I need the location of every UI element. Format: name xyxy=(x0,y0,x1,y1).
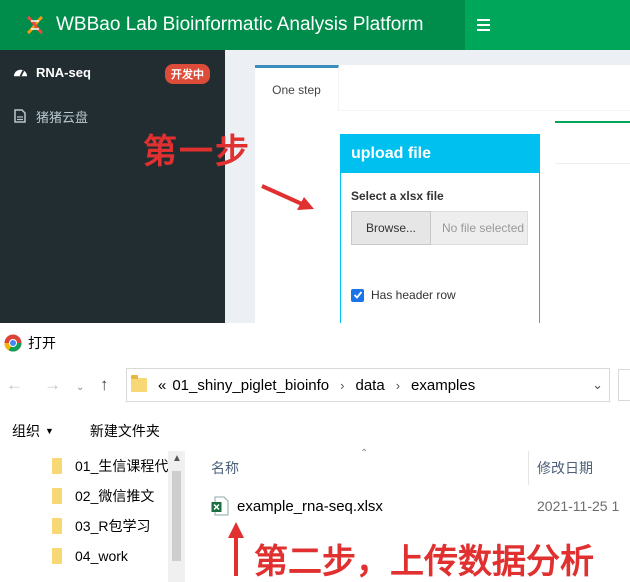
back-arrow-icon[interactable]: ← xyxy=(6,376,23,394)
file-row[interactable]: example_rna-seq.xlsx xyxy=(211,493,383,519)
output-box-border xyxy=(555,121,630,123)
organize-label: 组织 xyxy=(12,423,40,439)
app-title: WBBao Lab Bioinformatic Analysis Platfor… xyxy=(56,14,424,35)
file-icon xyxy=(12,108,28,124)
sidebar-item-label: 猪猪云盘 xyxy=(36,109,89,125)
breadcrumb-overflow[interactable]: « xyxy=(158,377,166,394)
dashboard-icon xyxy=(12,64,28,80)
upload-file-box: upload file Select a xlsx file Browse...… xyxy=(340,134,540,323)
shiny-app: WBBao Lab Bioinformatic Analysis Platfor… xyxy=(0,0,630,323)
tab-strip: One step xyxy=(255,65,630,111)
checkbox-label: Has header row xyxy=(371,288,456,302)
sort-caret-icon: ⌃ xyxy=(360,448,369,459)
tab-one-step[interactable]: One step xyxy=(255,65,339,111)
tab-box: One step upload file Select a xlsx file … xyxy=(255,65,630,323)
sidebar-item-rna-seq[interactable]: RNA-seq 开发中 xyxy=(0,50,225,94)
divider xyxy=(555,163,630,164)
step1-annotation: 第一步 xyxy=(143,132,251,172)
upload-box-header: upload file xyxy=(341,135,539,173)
chevron-right-icon: › xyxy=(340,377,345,393)
dna-logo-icon xyxy=(22,12,48,38)
header-row-option: Has header row xyxy=(351,288,456,302)
brand-bar: WBBao Lab Bioinformatic Analysis Platfor… xyxy=(0,0,465,50)
up-arrow-icon[interactable]: ↑ xyxy=(100,376,109,394)
folder-icon xyxy=(52,518,62,534)
tree-item-label: 02_微信推文 xyxy=(75,488,155,504)
caret-down-icon: ▼ xyxy=(45,426,54,436)
column-header-name[interactable]: 名称 xyxy=(211,451,239,485)
tree-item[interactable]: 02_微信推文 xyxy=(52,481,170,511)
tree-item[interactable]: 03_R包学习 xyxy=(52,511,170,541)
column-divider[interactable] xyxy=(528,451,529,485)
tree-item[interactable]: 01_生信课程代 xyxy=(52,451,170,481)
tree-item[interactable]: 04_work xyxy=(52,541,170,571)
chevron-right-icon: › xyxy=(395,377,401,393)
sidebar: RNA-seq 开发中 猪猪云盘 xyxy=(0,50,225,323)
file-name: example_rna-seq.xlsx xyxy=(237,497,383,515)
breadcrumb-item[interactable]: data xyxy=(355,377,384,394)
address-bar[interactable]: « 01_shiny_piglet_bioinfo › data › examp… xyxy=(126,368,610,402)
file-input: Browse... No file selected xyxy=(351,211,528,245)
header-row-checkbox[interactable] xyxy=(351,288,364,302)
sidebar-item-label: RNA-seq xyxy=(36,64,91,80)
file-status-field[interactable]: No file selected xyxy=(431,211,528,245)
folder-icon xyxy=(52,488,62,504)
folder-tree: 01_生信课程代 02_微信推文 03_R包学习 04_work ▲ xyxy=(0,451,185,582)
file-input-label: Select a xlsx file xyxy=(351,189,444,203)
forward-arrow-icon[interactable]: → xyxy=(44,376,61,394)
recent-dropdown-icon[interactable]: ⌄ xyxy=(76,379,84,397)
main-content: One step upload file Select a xlsx file … xyxy=(225,50,630,323)
folder-icon xyxy=(131,375,147,392)
dialog-toolbar: 组织 ▼ 新建文件夹 xyxy=(0,411,630,451)
folder-icon xyxy=(52,548,62,564)
scroll-up-icon[interactable]: ▲ xyxy=(172,453,182,464)
status-badge: 开发中 xyxy=(165,64,210,84)
dialog-title: 打开 xyxy=(28,335,56,351)
tree-item-label: 03_R包学习 xyxy=(75,518,151,534)
top-navbar xyxy=(465,0,630,50)
browse-button[interactable]: Browse... xyxy=(351,211,431,245)
file-modified-date: 2021-11-25 1 xyxy=(537,498,620,514)
sidebar-toggle-icon[interactable] xyxy=(477,14,497,36)
scrollbar-thumb[interactable] xyxy=(172,471,181,561)
refresh-button[interactable] xyxy=(618,369,630,401)
new-folder-button[interactable]: 新建文件夹 xyxy=(90,421,160,441)
tree-item-label: 04_work xyxy=(75,548,128,564)
chrome-icon xyxy=(4,334,22,352)
dialog-title-bar: 打开 xyxy=(0,323,630,363)
chevron-down-icon[interactable]: ⌄ xyxy=(592,377,603,393)
breadcrumb-item[interactable]: examples xyxy=(411,377,475,394)
excel-file-icon xyxy=(211,496,229,516)
breadcrumb-item[interactable]: 01_shiny_piglet_bioinfo xyxy=(172,377,329,394)
address-row: ← → ⌄ ↑ « 01_shiny_piglet_bioinfo › data… xyxy=(0,363,630,408)
tree-scrollbar[interactable]: ▲ xyxy=(168,451,185,582)
step2-annotation: 第二步，上传数据分析 xyxy=(254,542,594,582)
organize-button[interactable]: 组织 ▼ xyxy=(12,421,54,441)
column-header-date[interactable]: 修改日期 xyxy=(537,451,593,485)
folder-icon xyxy=(52,458,62,474)
tree-item-label: 01_生信课程代 xyxy=(75,458,169,474)
